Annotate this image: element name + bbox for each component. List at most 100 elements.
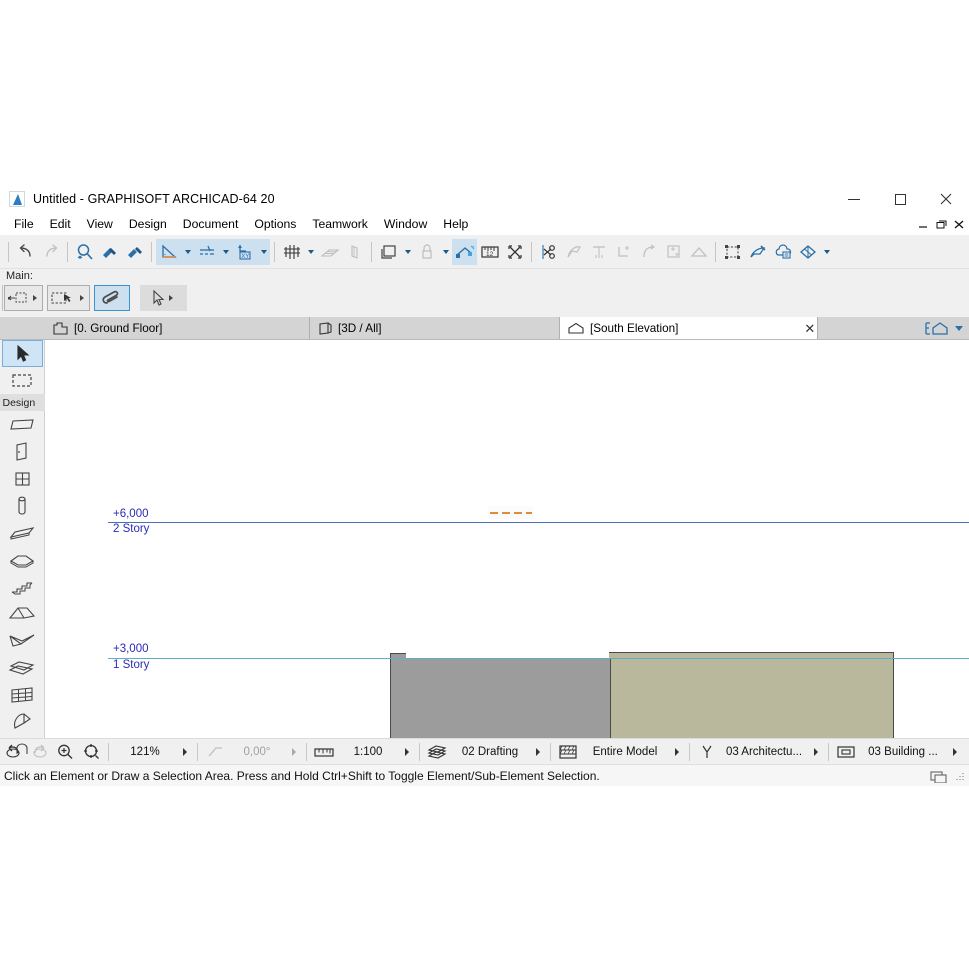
marquee-tool-dropdown-arrow[interactable] [80, 295, 84, 301]
renovation-filter-icon[interactable] [795, 239, 820, 265]
orientation-value[interactable]: 0,00° [228, 746, 286, 758]
menu-edit[interactable]: Edit [42, 215, 79, 233]
menu-view[interactable]: View [79, 215, 121, 233]
grid-rotate-icon[interactable] [342, 239, 367, 265]
toolbox-item-shell[interactable] [2, 627, 43, 654]
renovation-filter-status-icon[interactable] [694, 741, 720, 763]
guide-lines-dropdown-arrow[interactable] [181, 238, 194, 265]
cloud-info-icon[interactable] [770, 239, 795, 265]
layer-combination-dropdown-arrow[interactable] [947, 741, 963, 763]
redo-icon[interactable] [38, 239, 63, 265]
toolbox-item-door[interactable] [2, 438, 43, 465]
toolbox-item-roof[interactable] [2, 600, 43, 627]
toolbox-item-window[interactable] [2, 465, 43, 492]
tab-close-icon[interactable]: ✕ [804, 322, 815, 335]
corner-extend-icon[interactable] [611, 239, 636, 265]
minimize-button[interactable] [831, 185, 877, 213]
coordinate-xy-icon[interactable]: XY [232, 238, 257, 265]
renovation-filter-dropdown-arrow[interactable] [820, 239, 833, 265]
marquee-tool-button[interactable] [47, 285, 90, 311]
marquee-group-icon[interactable] [720, 239, 745, 265]
pen-set-dropdown-arrow[interactable] [530, 741, 546, 763]
guide-lines-icon[interactable] [156, 238, 181, 265]
magic-wand-icon[interactable] [561, 239, 586, 265]
multiply-copy-icon[interactable] [661, 239, 686, 265]
toolbox-item-beam[interactable] [2, 519, 43, 546]
ruler-12-icon[interactable]: 12 [477, 239, 502, 265]
mdi-close-button[interactable] [954, 220, 964, 229]
menu-options[interactable]: Options [246, 215, 304, 233]
layers-icon[interactable] [376, 239, 401, 265]
orientation-dropdown-arrow[interactable] [286, 741, 302, 763]
menu-file[interactable]: File [6, 215, 42, 233]
measure-tool-icon[interactable] [452, 238, 477, 265]
toolbox-item-wall[interactable] [2, 411, 43, 438]
toolbox-item-morph[interactable] [2, 708, 43, 735]
scissors-split-icon[interactable] [536, 239, 561, 265]
menu-help[interactable]: Help [435, 215, 476, 233]
scale-dropdown-arrow[interactable] [399, 741, 415, 763]
pen-surface-icon[interactable] [745, 239, 770, 265]
toolbox-item-curtain-wall[interactable] [2, 681, 43, 708]
renovation-filter-value[interactable]: 03 Architectu... [720, 746, 808, 758]
zoom-level-value[interactable]: 121% [113, 746, 177, 758]
pointer-tool-button[interactable] [140, 285, 187, 311]
layer-combination-icon[interactable] [833, 741, 859, 763]
find-select-icon[interactable] [72, 239, 97, 265]
pet-palette-tool-button[interactable] [94, 285, 130, 311]
orientation-icon[interactable] [202, 741, 228, 763]
align-top-icon[interactable] [586, 239, 611, 265]
lock-dropdown-arrow[interactable] [439, 239, 452, 265]
arrow-tool-dropdown-arrow[interactable] [33, 295, 37, 301]
undo-icon[interactable] [13, 239, 38, 265]
grid-snap-dropdown-arrow[interactable] [304, 239, 317, 265]
toolbox-item-marquee[interactable] [2, 367, 43, 394]
tab-3d-all[interactable]: [3D / All] [310, 317, 560, 339]
grid-plane-icon[interactable] [317, 239, 342, 265]
syringe-inject-icon[interactable] [122, 239, 147, 265]
menu-document[interactable]: Document [175, 215, 247, 233]
pointer-tool-dropdown-arrow[interactable] [169, 295, 173, 301]
toolbox-item-column[interactable] [2, 492, 43, 519]
toolbox-item-object[interactable] [2, 735, 43, 762]
pen-set-value[interactable]: 02 Drafting [450, 746, 530, 758]
structure-display-icon[interactable] [555, 741, 581, 763]
tab-ground-floor[interactable]: [0. Ground Floor] [45, 317, 310, 339]
mdi-minimize-button[interactable] [918, 220, 929, 229]
tab-south-elevation[interactable]: [South Elevation] ✕ [560, 317, 818, 339]
toolbox-item-arrow-select[interactable] [1, 340, 43, 367]
maximize-button[interactable] [877, 185, 923, 213]
zoom-in-icon[interactable] [52, 741, 78, 763]
fillet-curve-icon[interactable] [636, 239, 661, 265]
menu-window[interactable]: Window [376, 215, 435, 233]
toolbox-item-mesh[interactable] [2, 654, 43, 681]
structure-dropdown-arrow[interactable] [669, 741, 685, 763]
teamwork-status-icon[interactable] [930, 769, 948, 783]
layer-combination-value[interactable]: 03 Building ... [859, 746, 947, 758]
structure-value[interactable]: Entire Model [581, 746, 669, 758]
resize-grip-icon[interactable] [954, 771, 965, 782]
menu-teamwork[interactable]: Teamwork [304, 215, 376, 233]
snap-points-icon[interactable] [194, 238, 219, 265]
grid-snap-icon[interactable] [279, 239, 304, 265]
coordinate-xy-dropdown-arrow[interactable] [257, 238, 270, 265]
pen-set-icon[interactable] [424, 741, 450, 763]
elevation-drawing-canvas[interactable]: +6,000 2 Story +3,000 1 Story ±0,000 0 G… [45, 340, 969, 738]
mdi-restore-button[interactable] [936, 220, 947, 229]
elevation-view-settings-icon[interactable] [925, 321, 951, 336]
lock-padlock-icon[interactable] [414, 239, 439, 265]
menu-design[interactable]: Design [121, 215, 175, 233]
layers-dropdown-arrow[interactable] [401, 239, 414, 265]
toolbox-item-slab[interactable] [2, 546, 43, 573]
close-button[interactable] [923, 185, 969, 213]
eyedropper-pickup-icon[interactable] [97, 239, 122, 265]
toolbox-item-stair[interactable] [2, 573, 43, 600]
fit-in-window-icon[interactable] [78, 741, 104, 763]
tabbar-dropdown-arrow[interactable] [955, 325, 963, 331]
zoom-dropdown-arrow[interactable] [177, 741, 193, 763]
scale-value[interactable]: 1:100 [337, 746, 399, 758]
renovation-dropdown-arrow[interactable] [808, 741, 824, 763]
element-id-icon[interactable] [502, 239, 527, 265]
snap-points-dropdown-arrow[interactable] [219, 238, 232, 265]
arrow-marquee-tool-button[interactable] [4, 285, 43, 311]
